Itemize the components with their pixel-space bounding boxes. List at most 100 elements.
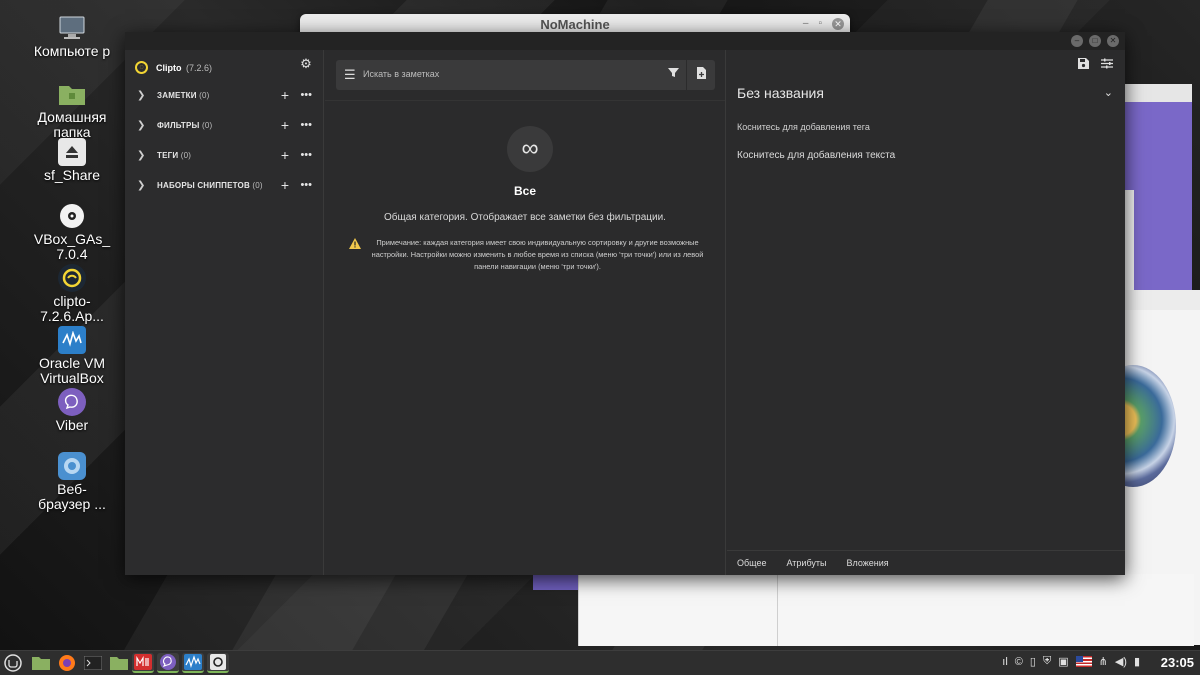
mint-menu-icon[interactable] bbox=[2, 653, 24, 673]
desktop-icon-virtualbox[interactable]: Oracle VM VirtualBox bbox=[30, 326, 114, 386]
maximize-button[interactable]: ▫ bbox=[818, 18, 822, 30]
clipto-icon[interactable] bbox=[207, 653, 229, 673]
desktop-icon-clipto[interactable]: clipto- 7.2.6.Ap... bbox=[30, 264, 114, 324]
virtualbox-icon[interactable] bbox=[182, 653, 204, 673]
notes-list-pane: ☰ Искать в заметках ∞ Все Общая категори… bbox=[325, 50, 726, 575]
category-title: Все bbox=[513, 184, 536, 198]
add-tag-hint[interactable]: Коснитесь для добавления тега bbox=[737, 122, 870, 132]
keyboard-layout-flag-icon[interactable] bbox=[1075, 656, 1092, 667]
desktop-icon-viber[interactable]: Viber bbox=[30, 388, 114, 433]
sidebar-item-label: ФИЛЬТРЫ bbox=[157, 120, 200, 130]
viber-icon[interactable] bbox=[157, 653, 179, 673]
web-browser-icon bbox=[58, 452, 86, 480]
more-dots-icon[interactable]: ••• bbox=[300, 119, 312, 131]
system-tray: ıl © ▯ ⛨ ▣ ⋔ ◀) ▮ bbox=[1002, 655, 1140, 668]
warning-icon bbox=[349, 236, 361, 249]
desktop-icon-computer[interactable]: Компьюте р bbox=[30, 14, 114, 59]
add-icon[interactable]: + bbox=[281, 148, 289, 162]
save-icon[interactable] bbox=[1078, 58, 1089, 72]
add-icon[interactable]: + bbox=[281, 178, 289, 192]
add-text-hint[interactable]: Коснитесь для добавления текста bbox=[737, 150, 895, 161]
category-note: Примечание: каждая категория имеет свою … bbox=[371, 238, 704, 271]
background-window-bottom[interactable] bbox=[578, 574, 1194, 646]
more-dots-icon[interactable]: ••• bbox=[300, 89, 312, 101]
desktop-icon-label: clipto- 7.2.6.Ap... bbox=[40, 293, 104, 324]
maximize-button[interactable]: □ bbox=[1089, 35, 1101, 47]
desktop-icon-sf-share[interactable]: sf_Share bbox=[30, 138, 114, 183]
clipto-logo-icon: ◌ bbox=[135, 60, 148, 74]
sidebar-item-count: (0) bbox=[180, 150, 192, 160]
window-titlebar[interactable]: – □ ✕ bbox=[125, 32, 1125, 50]
close-button[interactable]: ✕ bbox=[832, 18, 844, 30]
desktop-icon-label: Viber bbox=[55, 417, 89, 433]
chevron-right-icon[interactable]: ❯ bbox=[137, 150, 145, 161]
more-dots-icon[interactable]: ••• bbox=[300, 179, 312, 191]
clipboard-icon[interactable]: ▯ bbox=[1030, 655, 1036, 668]
drive-icon bbox=[58, 138, 86, 166]
app-name: Clipto bbox=[156, 63, 182, 73]
tab-general[interactable]: Общее bbox=[737, 558, 766, 568]
desktop-icon-label: Домашняя папка bbox=[37, 109, 107, 140]
nomachine-icon[interactable] bbox=[132, 653, 154, 673]
network-manager-icon[interactable]: ıl bbox=[1002, 656, 1008, 668]
sidebar-item-count: (0) bbox=[202, 120, 213, 130]
tab-attributes[interactable]: Атрибуты bbox=[786, 558, 826, 568]
chevron-right-icon[interactable]: ❯ bbox=[137, 120, 145, 131]
folder-icon[interactable] bbox=[108, 653, 130, 673]
disc-icon bbox=[58, 202, 86, 230]
desktop-icon-label: Компьюте р bbox=[33, 43, 111, 59]
firefox-icon[interactable] bbox=[56, 653, 78, 673]
new-note-icon[interactable] bbox=[696, 67, 707, 82]
sidebar-item-snippet-sets[interactable]: ❯ НАБОРЫ СНИППЕТОВ (0) + ••• bbox=[125, 175, 323, 195]
desktop-icon-label: VBox_GAs_ 7.0.4 bbox=[33, 231, 111, 262]
network-icon[interactable]: ⋔ bbox=[1099, 655, 1108, 668]
nomachine-title: NoMachine bbox=[540, 17, 610, 32]
add-icon[interactable]: + bbox=[281, 118, 289, 132]
note-title[interactable]: Без названия bbox=[737, 85, 824, 101]
tune-settings-icon[interactable] bbox=[1101, 58, 1113, 72]
home-folder-icon bbox=[58, 80, 86, 108]
volume-icon[interactable]: ◀) bbox=[1115, 655, 1127, 668]
close-button[interactable]: ✕ bbox=[1107, 35, 1119, 47]
sidebar-item-count: (0) bbox=[199, 90, 210, 100]
chevron-down-icon[interactable]: ⌄ bbox=[1104, 86, 1113, 99]
clipto-icon bbox=[58, 264, 86, 292]
battery-icon[interactable]: ▮ bbox=[1134, 655, 1140, 668]
infinity-icon: ∞ bbox=[507, 126, 553, 172]
more-dots-icon[interactable]: ••• bbox=[300, 149, 312, 161]
tab-attachments[interactable]: Вложения bbox=[847, 558, 889, 568]
settings-gear-icon[interactable]: ⚙ bbox=[299, 57, 313, 71]
category-description: Общая категория. Отображает все заметки … bbox=[384, 212, 666, 223]
clipto-window[interactable]: – □ ✕ ◌ Clipto (7.2.6) ⚙ ❯ ЗАМЕТКИ (0) +… bbox=[125, 32, 1125, 575]
sidebar-item-tags[interactable]: ❯ ТЕГИ (0) + ••• bbox=[125, 145, 323, 165]
desktop-icon-web-browser[interactable]: Веб- браузер ... bbox=[30, 452, 114, 512]
sidebar-item-count: (0) bbox=[252, 180, 263, 190]
desktop-icon-vbox-gas[interactable]: VBox_GAs_ 7.0.4 bbox=[30, 202, 114, 262]
menu-icon[interactable]: ☰ bbox=[344, 67, 356, 83]
taskbar: ıl © ▯ ⛨ ▣ ⋔ ◀) ▮ 23:05 bbox=[0, 650, 1200, 675]
update-icon[interactable]: ▣ bbox=[1058, 655, 1068, 668]
search-input[interactable]: Искать в заметках bbox=[363, 69, 439, 79]
add-icon[interactable]: + bbox=[281, 88, 289, 102]
brand: ◌ Clipto (7.2.6) bbox=[135, 58, 212, 76]
files-icon[interactable] bbox=[30, 653, 52, 673]
virtualbox-icon bbox=[58, 326, 86, 354]
chevron-right-icon[interactable]: ❯ bbox=[137, 90, 145, 101]
filter-icon[interactable] bbox=[668, 67, 679, 81]
clock[interactable]: 23:05 bbox=[1161, 655, 1194, 670]
viber-icon bbox=[58, 388, 86, 416]
background-window-edge bbox=[533, 574, 578, 590]
shield-icon[interactable]: ⛨ bbox=[1043, 655, 1051, 668]
window-titlebar[interactable] bbox=[1124, 290, 1200, 310]
minimize-button[interactable]: – bbox=[803, 18, 809, 30]
sidebar-item-filters[interactable]: ❯ ФИЛЬТРЫ (0) + ••• bbox=[125, 115, 323, 135]
desktop-icon-home[interactable]: Домашняя папка bbox=[30, 80, 114, 140]
computer-icon bbox=[58, 14, 86, 42]
terminal-icon[interactable] bbox=[82, 653, 104, 673]
search-bar[interactable]: ☰ Искать в заметках bbox=[336, 60, 715, 90]
minimize-button[interactable]: – bbox=[1071, 35, 1083, 47]
clipto-tray-icon[interactable]: © bbox=[1015, 656, 1023, 668]
app-version: (7.2.6) bbox=[185, 63, 212, 73]
sidebar-item-notes[interactable]: ❯ ЗАМЕТКИ (0) + ••• bbox=[125, 85, 323, 105]
chevron-right-icon[interactable]: ❯ bbox=[137, 180, 145, 191]
